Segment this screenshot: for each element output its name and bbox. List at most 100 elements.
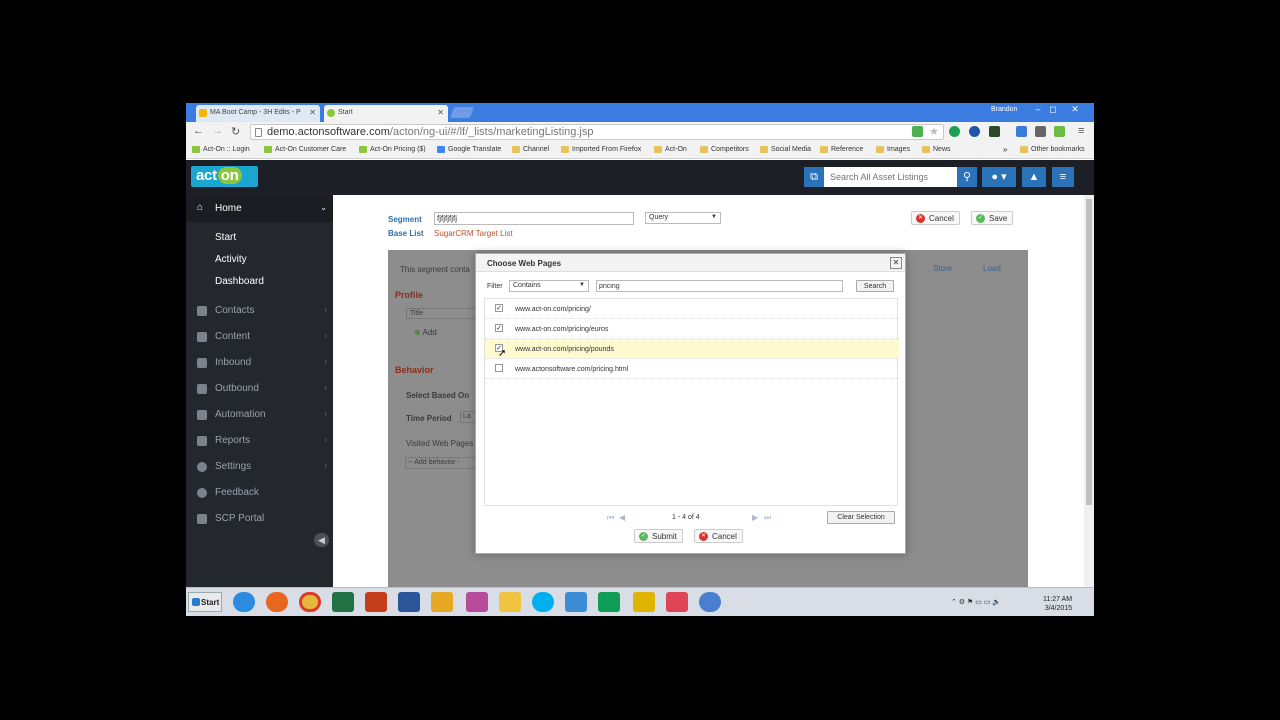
- bookmark-folder[interactable]: Social Media: [760, 146, 811, 153]
- evernote-icon[interactable]: [1054, 126, 1065, 137]
- bookmark-item[interactable]: Act-On :: Login: [192, 146, 250, 153]
- bookmark-folder[interactable]: News: [922, 146, 951, 153]
- cancel-button[interactable]: ✕ Cancel: [911, 211, 960, 225]
- hangouts-icon[interactable]: [949, 126, 960, 137]
- app-c-icon[interactable]: [565, 592, 587, 612]
- maximize-icon[interactable]: ◻: [1046, 104, 1060, 115]
- sidebar-item-outbound[interactable]: Outbound ‹: [186, 379, 333, 399]
- acton-logo[interactable]: act on: [191, 166, 258, 187]
- bookmark-folder[interactable]: Images: [876, 146, 910, 153]
- browser-user[interactable]: Brandon: [991, 106, 1017, 113]
- submit-button[interactable]: ✓ Submit: [634, 529, 683, 543]
- bookmark-folder[interactable]: Act-On: [654, 146, 687, 153]
- sidebar-item-home[interactable]: ⌂ Home ⌄: [186, 195, 333, 222]
- filter-mode-select[interactable]: Contains ▼: [509, 280, 589, 292]
- list-item[interactable]: www.actonsoftware.com/pricing.html: [485, 359, 899, 379]
- star-icon[interactable]: ★: [929, 125, 939, 138]
- firefox-icon[interactable]: [266, 592, 288, 612]
- load-link[interactable]: Load: [983, 264, 1001, 273]
- reload-icon[interactable]: ↻: [231, 125, 240, 138]
- list-item[interactable]: ✓ www.act-on.com/pricing/pounds ➚: [485, 339, 899, 359]
- excel-icon[interactable]: [332, 592, 354, 612]
- sidebar-item-inbound[interactable]: Inbound ‹: [186, 353, 333, 373]
- powerpoint-icon[interactable]: [365, 592, 387, 612]
- close-icon[interactable]: ✕: [890, 257, 902, 269]
- sidebar-sub-start[interactable]: Start: [215, 232, 236, 243]
- collapse-sidebar-icon[interactable]: ◀: [314, 533, 329, 547]
- skype-icon[interactable]: [532, 592, 554, 612]
- bookmark-item[interactable]: Google Translate: [437, 146, 501, 153]
- forward-icon[interactable]: →: [212, 125, 223, 137]
- filter-input[interactable]: [596, 280, 843, 292]
- bw-icon[interactable]: [989, 126, 1000, 137]
- minimize-icon[interactable]: –: [1031, 104, 1045, 114]
- menu-icon[interactable]: ≡: [1078, 125, 1084, 137]
- search-button[interactable]: Search: [856, 280, 894, 292]
- sidebar-item-scp-portal[interactable]: SCP Portal: [186, 509, 333, 529]
- save-button[interactable]: ✓ Save: [971, 211, 1014, 225]
- base-list-link[interactable]: SugarCRM Target List: [434, 229, 513, 238]
- other-bookmarks[interactable]: Other bookmarks: [1020, 146, 1085, 153]
- flower-app-icon[interactable]: [699, 592, 721, 612]
- bookmark-item[interactable]: Act-On Customer Care: [264, 146, 346, 153]
- close-icon[interactable]: ✕: [437, 108, 444, 117]
- close-window-icon[interactable]: ✕: [1068, 104, 1082, 115]
- checkbox-checked[interactable]: ✓: [495, 324, 503, 332]
- assets-icon[interactable]: ⧉: [804, 167, 824, 187]
- segment-name-input[interactable]: fjfjfjfjfj: [434, 212, 634, 225]
- query-select[interactable]: Query ▼: [645, 212, 721, 224]
- education-icon[interactable]: ▲: [1022, 167, 1046, 187]
- checkbox-unchecked[interactable]: [495, 364, 503, 372]
- messenger-icon[interactable]: [499, 592, 521, 612]
- bookmark-folder[interactable]: Reference: [820, 146, 863, 153]
- bookmark-folder[interactable]: Imported From Firefox: [561, 146, 641, 153]
- extension-icon[interactable]: [912, 126, 923, 137]
- hangouts-icon[interactable]: [598, 592, 620, 612]
- chrome-icon[interactable]: [299, 592, 321, 612]
- page-scrollbar[interactable]: [1084, 195, 1094, 587]
- more-bookmarks-icon[interactable]: »: [1003, 145, 1007, 154]
- dialog-cancel-button[interactable]: ✕ Cancel: [694, 529, 743, 543]
- info-icon[interactable]: [969, 126, 980, 137]
- user-menu-icon[interactable]: ● ▾: [982, 167, 1016, 187]
- asset-search-input[interactable]: [824, 167, 957, 187]
- search-icon[interactable]: ⚲: [957, 167, 977, 187]
- close-icon[interactable]: ✕: [309, 108, 316, 117]
- sticky-notes-icon[interactable]: [633, 592, 655, 612]
- sidebar-item-content[interactable]: Content ‹: [186, 327, 333, 347]
- sidebar-sub-activity[interactable]: Activity: [215, 254, 247, 265]
- ie-icon[interactable]: [233, 592, 255, 612]
- add-profile-button[interactable]: ⊕ Add: [414, 328, 437, 337]
- browser-tab-start[interactable]: Start ✕: [324, 105, 448, 122]
- tool-icon[interactable]: [1035, 126, 1046, 137]
- outlook-icon[interactable]: [431, 592, 453, 612]
- apps-icon[interactable]: [466, 592, 488, 612]
- next-page-icon[interactable]: ▶: [752, 513, 758, 522]
- snipping-tool-icon[interactable]: [666, 592, 688, 612]
- checkbox-checked[interactable]: ✓: [495, 304, 503, 312]
- sidebar-item-settings[interactable]: Settings ‹: [186, 457, 333, 477]
- clear-selection-button[interactable]: Clear Selection: [827, 511, 895, 524]
- last-page-icon[interactable]: ⏭: [764, 513, 771, 523]
- sidebar-sub-dashboard[interactable]: Dashboard: [215, 276, 264, 287]
- back-icon[interactable]: ←: [193, 125, 204, 137]
- word-icon[interactable]: [398, 592, 420, 612]
- browser-tab-bootcamp[interactable]: MA Boot Camp - 3H Edits - P ✕: [196, 105, 320, 122]
- clock[interactable]: 11:27 AM 3/4/2015: [1043, 595, 1072, 613]
- bookmark-item[interactable]: Act-On Pricing ($): [359, 146, 426, 153]
- scrollbar-thumb[interactable]: [1086, 199, 1092, 505]
- add-behavior-select[interactable]: -- Add behavior -: [405, 457, 477, 469]
- bookmark-folder[interactable]: Channel: [512, 146, 549, 153]
- extension-icon[interactable]: [1016, 126, 1027, 137]
- store-link[interactable]: Store: [933, 264, 952, 273]
- system-tray-icons[interactable]: ⌃ ⚙ ⚑ ▭ ▭ 🔈: [951, 598, 1001, 606]
- address-bar[interactable]: demo.actonsoftware.com/acton/ng-ui/#/lf/…: [250, 124, 944, 140]
- new-tab-button[interactable]: [449, 107, 475, 118]
- sidebar-item-feedback[interactable]: Feedback: [186, 483, 333, 503]
- first-page-icon[interactable]: ⏮: [607, 513, 614, 523]
- prev-page-icon[interactable]: ◀: [619, 513, 625, 522]
- list-item[interactable]: ✓ www.act-on.com/pricing/euros: [485, 319, 899, 339]
- sidebar-item-reports[interactable]: Reports ‹: [186, 431, 333, 451]
- sidebar-item-automation[interactable]: Automation ‹: [186, 405, 333, 425]
- list-item[interactable]: ✓ www.act-on.com/pricing/: [485, 299, 899, 319]
